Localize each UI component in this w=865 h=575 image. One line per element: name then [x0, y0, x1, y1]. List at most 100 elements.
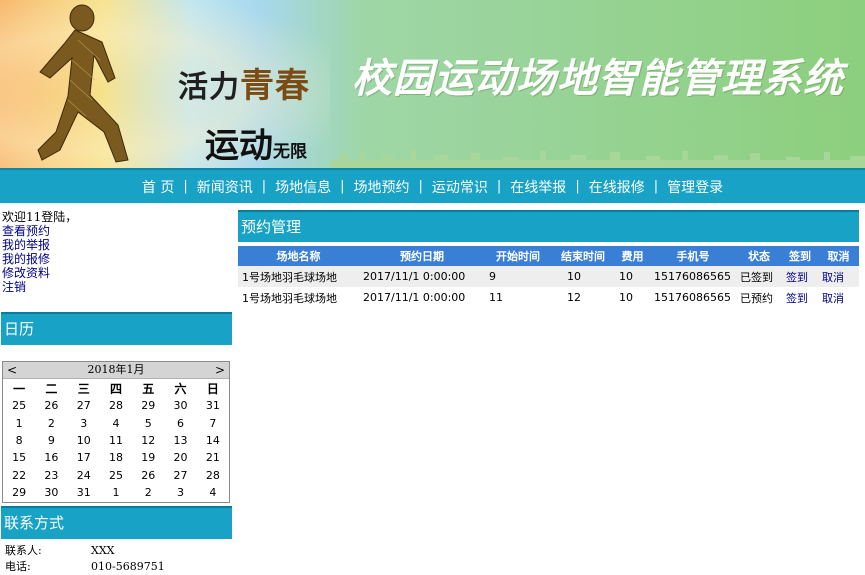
checkin-link[interactable]: 签到 — [786, 271, 808, 284]
booking-management-heading: 预约管理 — [238, 210, 859, 242]
calendar-day[interactable]: 21 — [197, 449, 229, 466]
weekday-label: 日 — [206, 381, 219, 396]
calendar-days: 25 26 27 28 29 30 31 1 2 3 4 5 6 7 8 9 10 11 12 13 14 15 16 17 1… — [3, 397, 229, 501]
calendar-week-row: 29 30 31 1 2 3 4 — [3, 484, 229, 501]
col-date: 预约日期 — [359, 246, 485, 266]
calendar-day[interactable]: 5 — [132, 414, 164, 431]
link-my-repairs[interactable]: 我的报修 — [2, 252, 77, 266]
calendar-day[interactable]: 22 — [3, 467, 35, 484]
cell-end: 12 — [551, 287, 615, 308]
calendar-day[interactable]: 10 — [68, 432, 100, 449]
calendar-day[interactable]: 20 — [164, 449, 196, 466]
calendar-day[interactable]: 2 — [132, 484, 164, 501]
calendar-day[interactable]: 17 — [68, 449, 100, 466]
cell-end: 10 — [551, 266, 615, 287]
calendar-day[interactable]: 26 — [132, 467, 164, 484]
calendar-day[interactable]: 23 — [35, 467, 67, 484]
header-banner: 活力青春 运动无限 校园运动场地智能管理系统 — [0, 0, 865, 168]
calendar-day[interactable]: 4 — [197, 484, 229, 501]
cell-date: 2017/11/1 0:00:00 — [359, 266, 485, 287]
calendar-day[interactable]: 28 — [100, 397, 132, 414]
calendar-day[interactable]: 18 — [100, 449, 132, 466]
nav-sports-knowledge[interactable]: 运动常识 — [423, 177, 497, 197]
calendar-day[interactable]: 29 — [3, 484, 35, 501]
calendar-prev-button[interactable]: < — [7, 362, 17, 378]
col-fee: 费用 — [615, 246, 650, 266]
calendar-week-row: 15 16 17 18 19 20 21 — [3, 449, 229, 466]
col-status: 状态 — [736, 246, 782, 266]
link-my-reports[interactable]: 我的举报 — [2, 238, 77, 252]
nav-online-report[interactable]: 在线举报 — [501, 177, 575, 197]
calendar-day[interactable]: 1 — [100, 484, 132, 501]
calendar-day[interactable]: 11 — [100, 432, 132, 449]
calendar-day[interactable]: 25 — [100, 467, 132, 484]
nav-news[interactable]: 新闻资讯 — [188, 177, 262, 197]
calendar-grid: 一 二 三 四 五 六 日 25 26 27 28 29 30 31 1 2 3 4 5 6 7 8 9 10 1… — [3, 379, 229, 501]
calendar-day[interactable]: 30 — [164, 397, 196, 414]
phone-value: 010-5689751 — [91, 560, 165, 573]
contact-info: 联系人: XXX 电话: 010-5689751 — [5, 543, 230, 575]
calendar-day[interactable]: 19 — [132, 449, 164, 466]
nav-online-repair[interactable]: 在线报修 — [580, 177, 654, 197]
calendar-day[interactable]: 1 — [3, 414, 35, 431]
calendar-day[interactable]: 12 — [132, 432, 164, 449]
checkin-link[interactable]: 签到 — [786, 292, 808, 305]
cell-status: 已预约 — [736, 287, 782, 308]
calendar-day[interactable]: 2 — [35, 414, 67, 431]
calendar-week-row: 1234567 — [3, 414, 229, 431]
calendar-day[interactable]: 25 — [3, 397, 35, 414]
calendar-day[interactable]: 13 — [164, 432, 196, 449]
cancel-link[interactable]: 取消 — [822, 271, 844, 284]
calendar-day[interactable]: 31 — [197, 397, 229, 414]
cell-start: 9 — [485, 266, 551, 287]
calendar-day[interactable]: 3 — [164, 484, 196, 501]
contact-heading: 联系方式 — [1, 506, 232, 539]
calendar-day[interactable]: 15 — [3, 449, 35, 466]
calendar-day[interactable]: 14 — [197, 432, 229, 449]
cell-status: 已签到 — [736, 266, 782, 287]
calendar-day[interactable]: 27 — [68, 397, 100, 414]
col-phone: 手机号 — [650, 246, 736, 266]
calendar-day[interactable]: 26 — [35, 397, 67, 414]
cell-phone: 15176086565 — [650, 287, 736, 308]
link-logout[interactable]: 注销 — [2, 280, 77, 294]
nav-venue-info[interactable]: 场地信息 — [266, 177, 340, 197]
weekday-label: 一 — [13, 381, 26, 396]
calendar-day[interactable]: 28 — [197, 467, 229, 484]
calendar-day[interactable]: 30 — [35, 484, 67, 501]
banner-slogan-line2: 运动无限 — [205, 126, 307, 166]
welcome-text: 欢迎11登陆， — [2, 210, 78, 224]
nav-venue-booking[interactable]: 场地预约 — [345, 177, 419, 197]
link-edit-profile[interactable]: 修改资料 — [2, 266, 77, 280]
calendar-day[interactable]: 4 — [100, 414, 132, 431]
calendar-week-row: 25 26 27 28 29 30 31 — [3, 397, 229, 414]
weekday-label: 三 — [77, 381, 90, 396]
booking-table: 场地名称 预约日期 开始时间 结束时间 费用 手机号 状态 签到 取消 1号场地… — [238, 246, 859, 308]
calendar-day[interactable]: 7 — [197, 414, 229, 431]
calendar-day[interactable]: 9 — [35, 432, 67, 449]
calendar-next-button[interactable]: > — [215, 362, 225, 378]
calendar-heading: 日历 — [1, 312, 232, 345]
calendar-day[interactable]: 24 — [68, 467, 100, 484]
calendar-day[interactable]: 6 — [164, 414, 196, 431]
calendar-day[interactable]: 8 — [3, 432, 35, 449]
calendar-day[interactable]: 16 — [35, 449, 67, 466]
calendar-day[interactable]: 29 — [132, 397, 164, 414]
cell-phone: 15176086565 — [650, 266, 736, 287]
nav-admin-login[interactable]: 管理登录 — [658, 177, 732, 197]
cancel-link[interactable]: 取消 — [822, 292, 844, 305]
calendar: < 2018年1月 > 一 二 三 四 五 六 日 25 26 27 28 29 30 31… — [2, 361, 230, 503]
col-cancel: 取消 — [818, 246, 859, 266]
col-end: 结束时间 — [551, 246, 615, 266]
user-panel: 欢迎11登陆， 查看预约 我的举报 我的报修 修改资料 注销 — [2, 210, 77, 294]
phone-label: 电话: — [5, 560, 31, 573]
calendar-day[interactable]: 3 — [68, 414, 100, 431]
system-title: 校园运动场地智能管理系统 — [352, 55, 844, 102]
calendar-day[interactable]: 27 — [164, 467, 196, 484]
nav-items: 首 页 | 新闻资讯 | 场地信息 | 场地预约 | 运动常识 | 在线举报 |… — [133, 170, 732, 203]
calendar-day[interactable]: 31 — [68, 484, 100, 501]
calendar-month-label: 2018年1月 — [87, 363, 145, 376]
nav-home[interactable]: 首 页 — [133, 177, 183, 197]
cell-fee: 10 — [615, 287, 650, 308]
link-view-bookings[interactable]: 查看预约 — [2, 224, 77, 238]
